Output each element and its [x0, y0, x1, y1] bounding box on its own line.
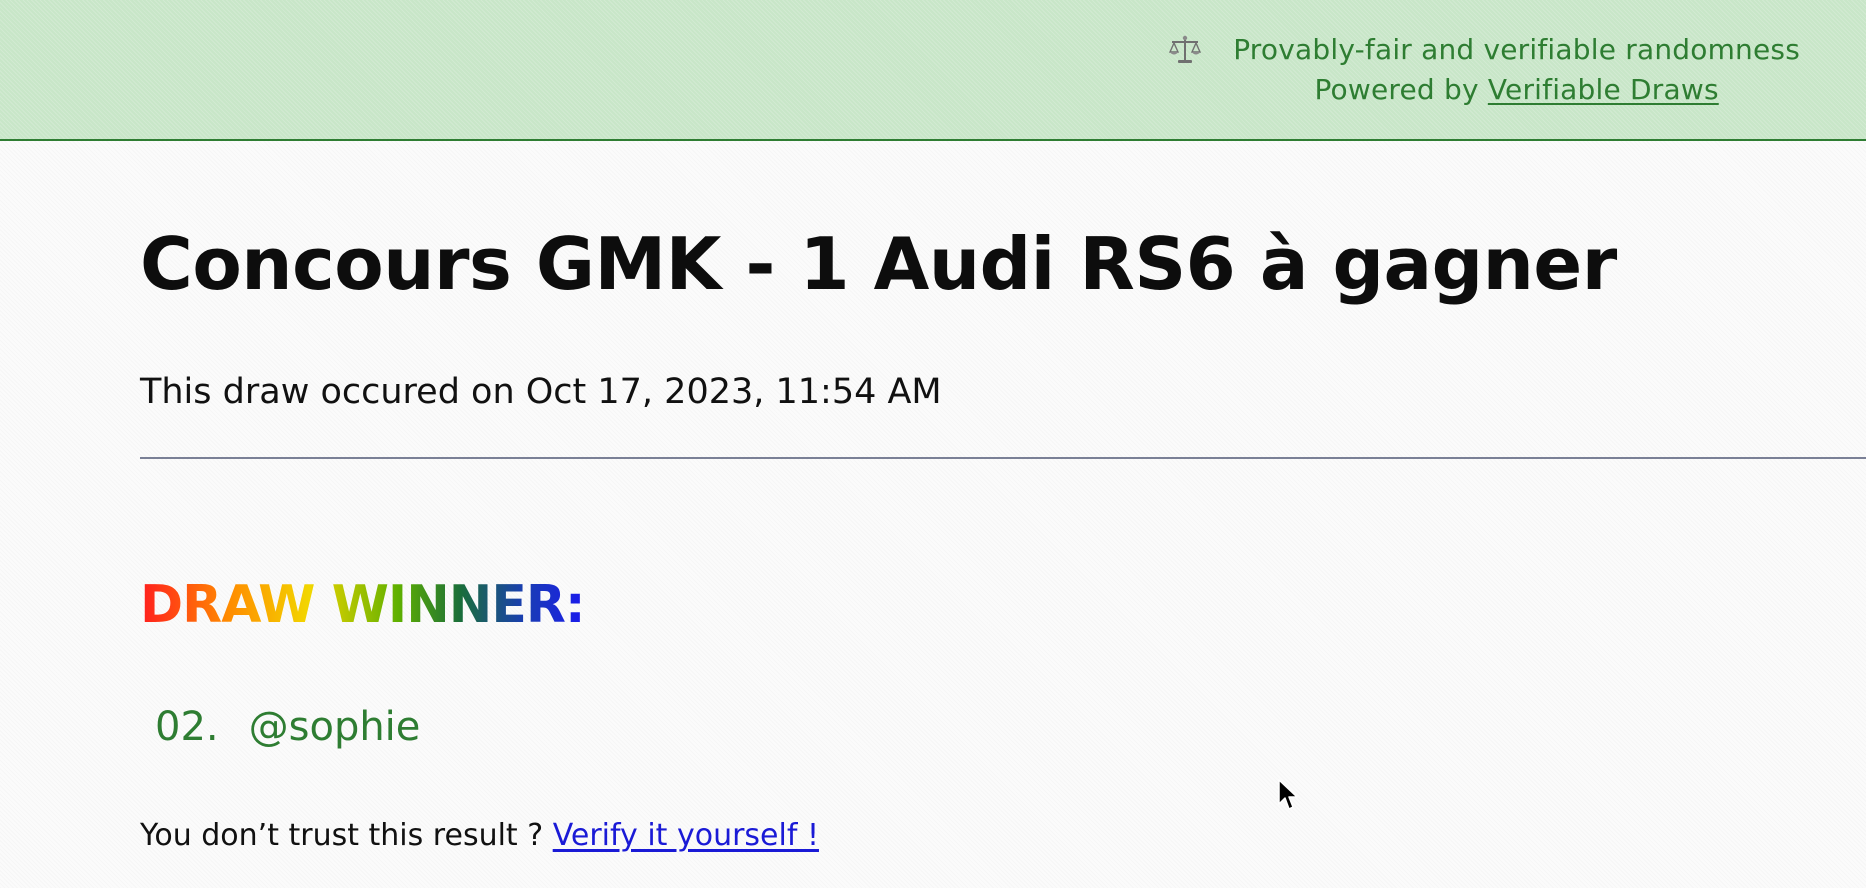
- scales-icon: [1169, 35, 1202, 63]
- winner-index: 02.: [155, 704, 219, 750]
- powered-by-prefix: Powered by: [1314, 73, 1488, 106]
- verify-line: You don’t trust this result ? Verify it …: [140, 818, 819, 853]
- verifiable-draws-link[interactable]: Verifiable Draws: [1488, 73, 1719, 106]
- top-banner: Provably-fair and verifiable randomness …: [0, 0, 1866, 141]
- verify-link[interactable]: Verify it yourself !: [553, 818, 819, 853]
- winner-list-item: 02. @sophie: [155, 704, 420, 750]
- winner-heading: DRAW WINNER:: [140, 575, 586, 635]
- page-title: Concours GMK - 1 Audi RS6 à gagner: [140, 222, 1617, 306]
- draw-date: This draw occured on Oct 17, 2023, 11:54…: [140, 372, 942, 412]
- winner-handle: @sophie: [248, 704, 421, 750]
- verify-prefix: You don’t trust this result ?: [140, 818, 553, 853]
- banner-content: Provably-fair and verifiable randomness …: [1167, 30, 1800, 110]
- powered-by: Powered by Verifiable Draws: [1233, 70, 1800, 110]
- tagline: Provably-fair and verifiable randomness …: [1233, 30, 1800, 110]
- mouse-cursor-icon: [1278, 779, 1298, 810]
- tagline-text: Provably-fair and verifiable randomness: [1233, 33, 1800, 66]
- divider: [140, 457, 1866, 459]
